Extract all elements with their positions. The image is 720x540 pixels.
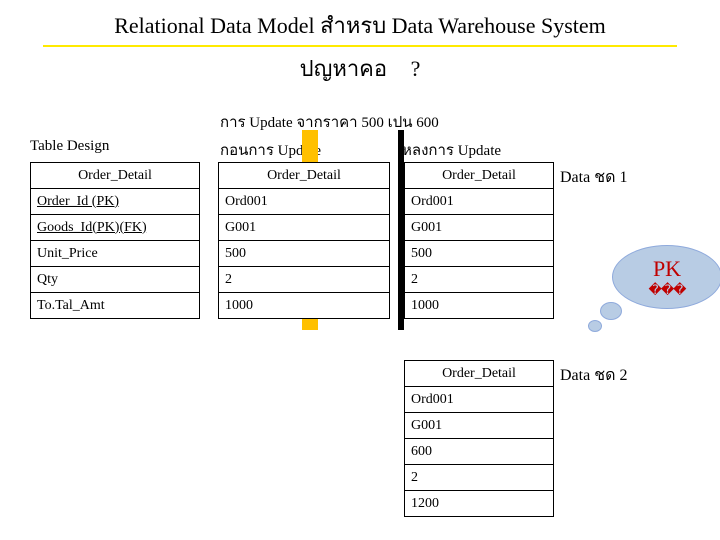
table-header: Order_Detail xyxy=(31,163,200,189)
field-unit-price: Unit_Price xyxy=(31,241,200,267)
data-set-1-label: Data ชด 1 xyxy=(560,165,627,190)
table-after-set2: Order_Detail Ord001 G001 600 2 1200 xyxy=(404,360,554,517)
field-goods-id: Goods_Id(PK)(FK) xyxy=(31,215,200,241)
cell-qty: 2 xyxy=(405,465,554,491)
cell-unit-price: 600 xyxy=(405,439,554,465)
question-mark: ? xyxy=(411,56,421,82)
subtitle-text: ปญหาคอ xyxy=(300,56,388,81)
cell-goods-id: G001 xyxy=(405,413,554,439)
page-title: Relational Data Model สำหรบ Data Warehou… xyxy=(0,0,720,45)
cell-total-amt: 1200 xyxy=(405,491,554,517)
field-qty: Qty xyxy=(31,267,200,293)
subtitle: ปญหาคอ ? xyxy=(0,51,720,86)
callout-boxes: ��� xyxy=(649,282,686,298)
cell-qty: 2 xyxy=(219,267,390,293)
table-header: Order_Detail xyxy=(219,163,390,189)
cell-goods-id: G001 xyxy=(219,215,390,241)
cell-order-id: Ord001 xyxy=(405,387,554,413)
cell-total-amt: 1000 xyxy=(405,293,554,319)
field-total-amt: To.Tal_Amt xyxy=(31,293,200,319)
data-set-2-label: Data ชด 2 xyxy=(560,363,627,388)
table-design: Order_Detail Order_Id (PK) Goods_Id(PK)(… xyxy=(30,162,200,319)
title-underline xyxy=(43,45,677,47)
table-after-set1: Order_Detail Ord001 G001 500 2 1000 xyxy=(404,162,554,319)
cell-order-id: Ord001 xyxy=(405,189,554,215)
table-header: Order_Detail xyxy=(405,163,554,189)
cell-unit-price: 500 xyxy=(405,241,554,267)
after-update-label: หลงการ Update xyxy=(402,138,501,162)
cell-order-id: Ord001 xyxy=(219,189,390,215)
table-design-label: Table Design xyxy=(30,138,109,155)
pk-callout: PK ��� xyxy=(612,245,720,309)
table-header: Order_Detail xyxy=(405,361,554,387)
field-order-id: Order_Id (PK) xyxy=(31,189,200,215)
cell-unit-price: 500 xyxy=(219,241,390,267)
cell-qty: 2 xyxy=(405,267,554,293)
callout-tail-small xyxy=(588,320,602,332)
table-before: Order_Detail Ord001 G001 500 2 1000 xyxy=(218,162,390,319)
cell-goods-id: G001 xyxy=(405,215,554,241)
update-description: การ Update จากราคา 500 เปน 600 xyxy=(220,110,439,134)
callout-tail xyxy=(600,302,622,320)
callout-pk-text: PK xyxy=(653,256,681,282)
cell-total-amt: 1000 xyxy=(219,293,390,319)
